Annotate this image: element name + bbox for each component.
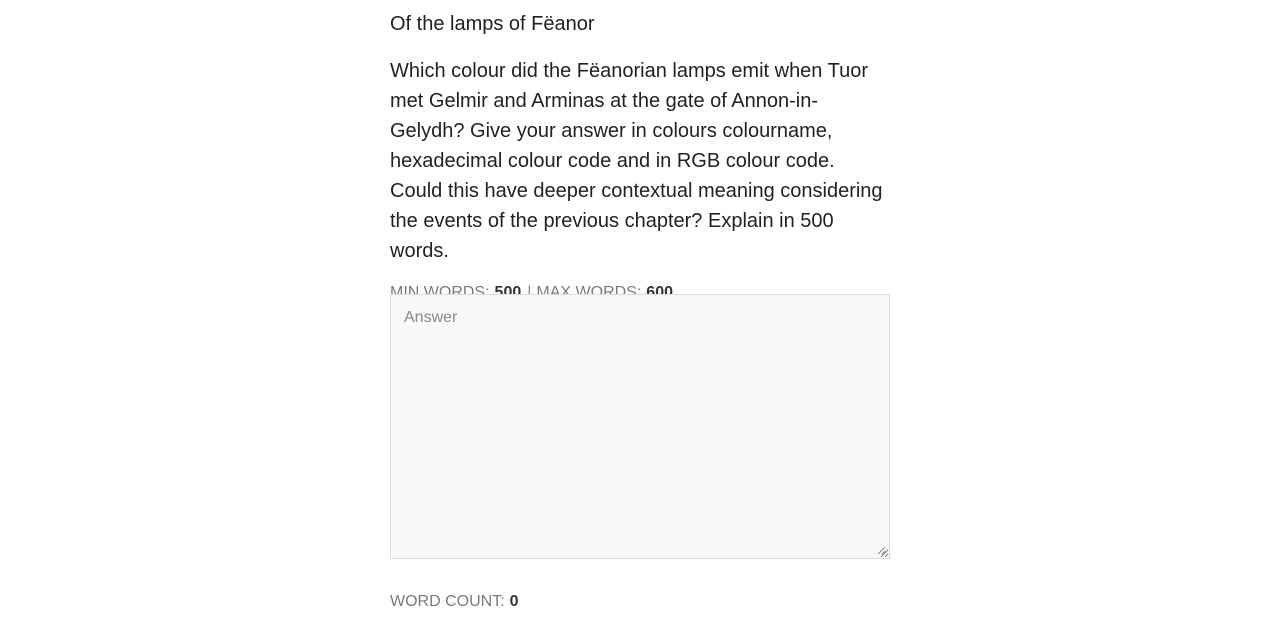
word-count-label: Word count: — [390, 593, 505, 610]
question-title: Of the lamps of Fëanor — [390, 13, 595, 35]
answer-textarea[interactable] — [390, 294, 890, 559]
question-prompt: Which colour did the Fëanorian lamps emi… — [390, 60, 883, 262]
word-count-value: 0 — [509, 593, 519, 610]
question-card: Of the lamps of Fëanor Which colour did … — [390, 0, 890, 610]
word-count: Word count: 0 — [390, 592, 519, 612]
